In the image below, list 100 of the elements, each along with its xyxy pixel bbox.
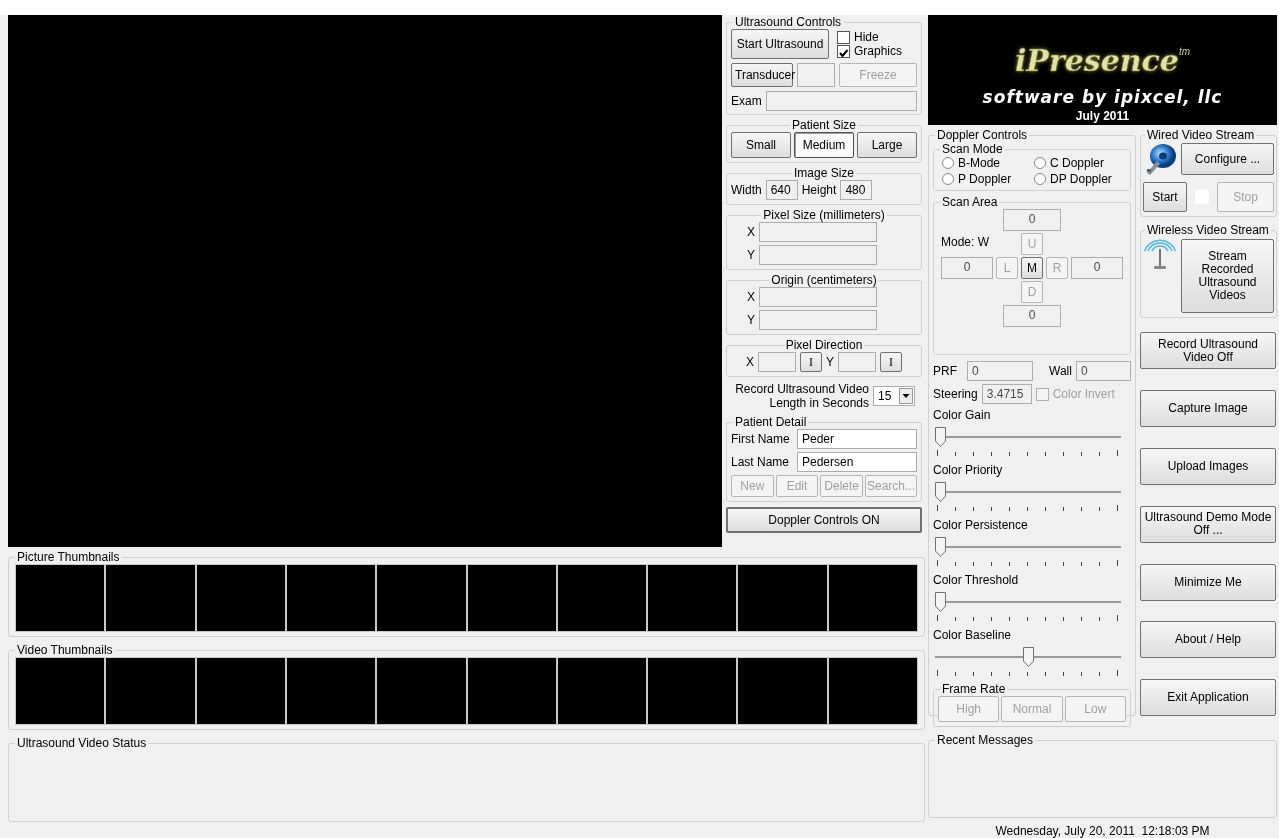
action-button[interactable]: Capture Image — [1140, 390, 1276, 428]
prf-field[interactable]: 0 — [967, 361, 1033, 382]
stream-videos-button[interactable]: Stream Recorded Ultrasound Videos — [1181, 239, 1274, 314]
radio-button[interactable] — [1034, 157, 1046, 170]
group-title: Recent Messages — [936, 733, 1035, 748]
transducer-button[interactable]: Transducer — [731, 63, 793, 87]
thumbnail-slot[interactable] — [738, 658, 827, 724]
doppler-toggle-button[interactable]: Doppler Controls ON — [726, 507, 922, 533]
group-title: Image Size — [793, 166, 855, 180]
thumbnail-slot[interactable] — [828, 658, 917, 724]
action-button[interactable]: Minimize Me — [1140, 563, 1276, 601]
thumbnail-slot[interactable] — [557, 565, 647, 631]
direction-field[interactable] — [838, 352, 876, 372]
thumbnail-slot[interactable] — [16, 565, 105, 631]
group-title: Video Thumbnails — [16, 643, 114, 657]
thumbnail-slot[interactable] — [377, 565, 466, 631]
direction-field[interactable] — [758, 352, 796, 372]
steering-field[interactable]: 3.4715 — [981, 384, 1032, 405]
checkbox-label: Hide — [854, 30, 879, 44]
direction-button[interactable]: M — [1021, 257, 1043, 280]
thumbnail-slot[interactable] — [196, 658, 285, 724]
trademark-mark: tm — [1178, 45, 1191, 58]
action-button[interactable]: Exit Application — [1140, 679, 1276, 717]
scan-area-field[interactable]: 0 — [1003, 305, 1061, 328]
name-field[interactable]: Peder — [797, 429, 917, 449]
configure-button[interactable]: Configure ... — [1181, 143, 1274, 176]
scan-area-field[interactable]: 0 — [1071, 257, 1123, 280]
thumbnail-slot[interactable] — [828, 565, 917, 631]
coordinate-field[interactable] — [759, 222, 877, 242]
thumbnail-slot[interactable] — [16, 658, 105, 724]
patient-size-button[interactable]: Small — [731, 132, 791, 158]
group-title: Pixel Direction — [784, 338, 864, 352]
field-label: Y — [826, 355, 834, 369]
slider-thumb[interactable] — [935, 427, 946, 448]
logo-tagline: software by ipixcel, llc — [982, 87, 1223, 108]
thumbnail-slot[interactable] — [106, 658, 195, 724]
checkbox[interactable] — [837, 44, 850, 58]
field-label: Y — [746, 248, 755, 262]
coordinate-field[interactable] — [759, 287, 877, 307]
thumbnail-slot[interactable] — [467, 658, 556, 724]
thumbnail-slot[interactable] — [467, 565, 556, 631]
mode-label: Mode: W — [941, 234, 990, 252]
coordinate-field[interactable] — [759, 310, 877, 330]
slider-thumb[interactable] — [935, 482, 946, 503]
thumbnail-slot[interactable] — [286, 565, 376, 631]
slider-label: Color Threshold — [933, 573, 1020, 588]
checkbox[interactable] — [837, 30, 850, 44]
logo-date: July 2011 — [1075, 109, 1130, 124]
exam-field[interactable] — [765, 91, 917, 111]
group-title: Patient Detail — [734, 415, 808, 429]
invert-button[interactable]: I — [880, 352, 902, 372]
action-button[interactable]: About / Help — [1140, 621, 1276, 659]
thumbnail-slot[interactable] — [196, 565, 285, 631]
patient-size-button[interactable]: Medium — [794, 132, 854, 158]
field-label: Last Name — [731, 455, 791, 469]
image-size-field[interactable]: 640 — [765, 180, 798, 200]
start-ultrasound-button[interactable]: Start Ultrasound — [731, 29, 829, 59]
thumbnail-slot[interactable] — [286, 658, 376, 724]
group-title: Scan Area — [941, 195, 999, 210]
group-title: Ultrasound Controls — [734, 15, 843, 29]
name-field[interactable]: Pedersen — [797, 452, 917, 472]
slider-thumb[interactable] — [935, 537, 946, 558]
group-title: Wireless Video Stream — [1146, 223, 1270, 238]
thumbnail-slot[interactable] — [648, 565, 737, 631]
patient-size-button[interactable]: Large — [857, 132, 917, 158]
thumbnail-slot[interactable] — [648, 658, 737, 724]
action-button[interactable]: Ultrasound Demo Mode Off ... — [1140, 505, 1276, 543]
exam-label: Exam — [731, 94, 762, 108]
radio-label: B-Mode — [958, 156, 1001, 171]
antenna-icon — [1143, 237, 1177, 272]
radio-button[interactable] — [942, 157, 954, 170]
group-title: Ultrasound Video Status — [16, 736, 148, 750]
scan-area-field[interactable]: 0 — [941, 257, 993, 280]
scan-area-field[interactable]: 0 — [1003, 209, 1061, 232]
radio-label: P Doppler — [958, 172, 1012, 187]
image-size-field[interactable]: 480 — [840, 180, 873, 200]
status-datetime: Wednesday, July 20, 2011 12:18:03 PM — [994, 823, 1211, 838]
start-stream-button[interactable]: Start — [1143, 182, 1187, 213]
thumbnail-slot[interactable] — [557, 658, 647, 724]
thumbnail-slot[interactable] — [738, 565, 827, 631]
slider-thumb[interactable] — [935, 592, 946, 613]
radio-button[interactable] — [1034, 173, 1046, 186]
checkbox-label: Graphics — [854, 44, 903, 58]
color-invert-label: Color Invert — [1052, 387, 1115, 402]
thumbnail-slot[interactable] — [106, 565, 195, 631]
action-button[interactable]: Upload Images — [1140, 447, 1276, 485]
invert-button[interactable]: I — [800, 352, 822, 372]
radio-button[interactable] — [942, 173, 954, 186]
field-label: X — [746, 225, 755, 239]
transducer-field[interactable] — [797, 63, 835, 87]
field-label: First Name — [731, 432, 791, 446]
coordinate-field[interactable] — [759, 245, 877, 265]
action-button[interactable]: Record Ultrasound Video Off — [1140, 332, 1276, 370]
group-title: Pixel Size (millimeters) — [762, 208, 886, 222]
thumbnail-slot[interactable] — [377, 658, 466, 724]
group-title: Picture Thumbnails — [16, 550, 121, 564]
slider-thumb[interactable] — [1022, 647, 1034, 668]
radio-label: DP Doppler — [1050, 172, 1112, 187]
video-length-dropdown[interactable]: 15 — [873, 386, 915, 406]
wall-field[interactable]: 0 — [1075, 361, 1131, 382]
